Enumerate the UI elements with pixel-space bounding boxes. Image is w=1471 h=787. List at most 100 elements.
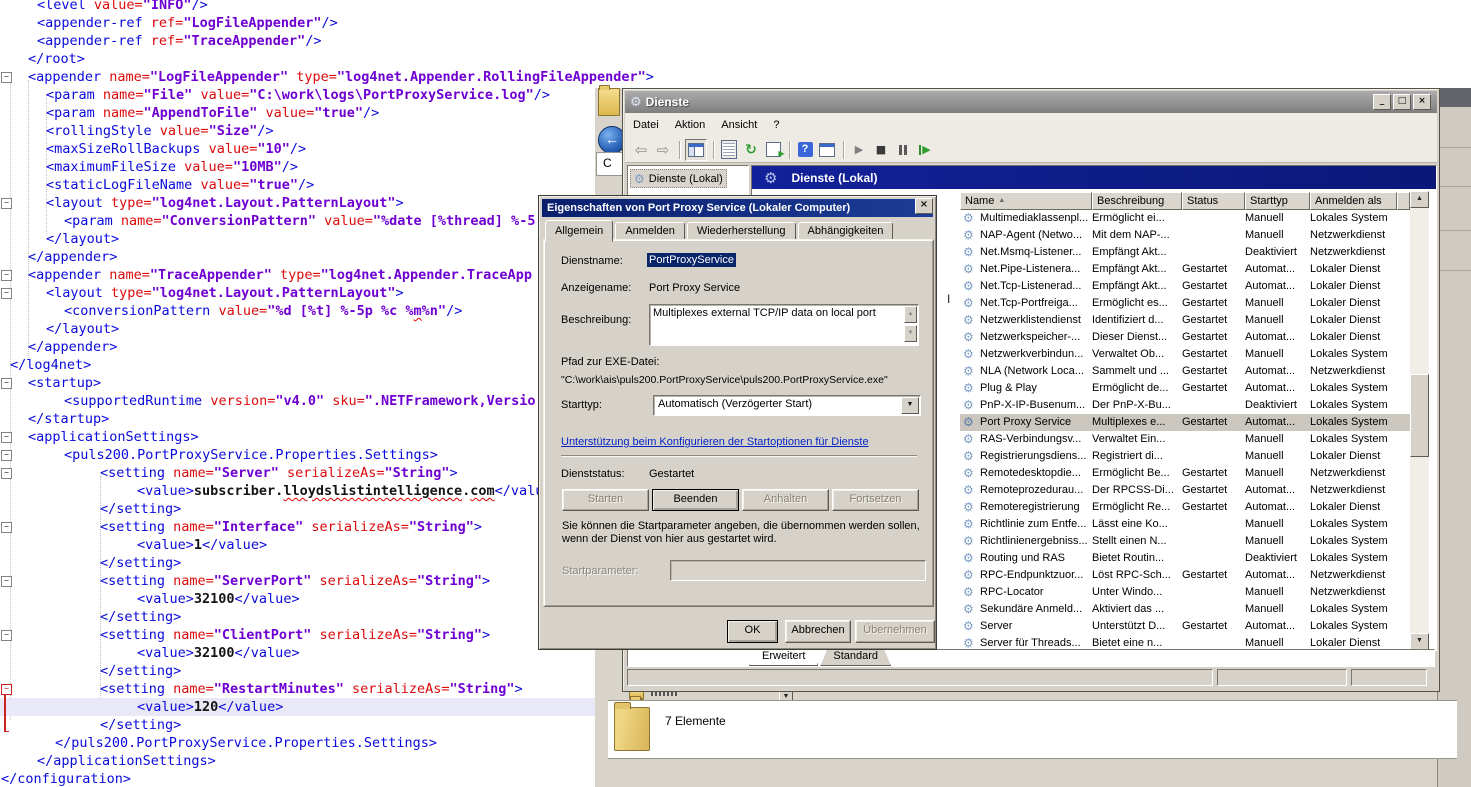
anhalten-button[interactable]: Anhalten — [742, 489, 829, 511]
scrollbar-thumb[interactable] — [1410, 374, 1429, 457]
service-gear-icon: ⚙ — [963, 619, 974, 633]
service-row[interactable]: ⚙ServerUnterstützt D...GestartetAutomat.… — [960, 618, 1410, 635]
service-row[interactable]: ⚙Multimediaklassenpl...Ermöglicht ei...M… — [960, 210, 1410, 227]
menu-item-aktion[interactable]: Aktion — [667, 115, 714, 135]
dialog-title-bar[interactable]: Eigenschaften von Port Proxy Service (Lo… — [542, 199, 933, 217]
beenden-button[interactable]: Beenden — [652, 489, 739, 511]
column-header-beschreibung[interactable]: Beschreibung — [1092, 192, 1182, 210]
fold-marker[interactable]: − — [1, 72, 12, 83]
dienstname-value[interactable]: PortProxyService — [647, 253, 736, 267]
tab-allgemein[interactable]: Allgemein — [545, 220, 613, 242]
close-icon[interactable]: × — [915, 198, 933, 214]
toolbar-separator — [789, 141, 791, 159]
menu-item-help[interactable]: ? — [765, 115, 787, 135]
minimize-button[interactable]: _ — [1373, 94, 1391, 110]
code-token: <value> — [137, 483, 194, 499]
fold-marker[interactable]: − — [1, 522, 12, 533]
service-row[interactable]: ⚙Netzwerkverbindun...Verwaltet Ob...Gest… — [960, 346, 1410, 363]
services-title-bar[interactable]: ⚙ Dienste _ □ × — [625, 91, 1437, 114]
maximize-button[interactable]: □ — [1393, 94, 1411, 110]
cell-name: Routing und RAS — [980, 551, 1090, 566]
refresh-icon[interactable]: ↻ — [741, 140, 761, 160]
fold-marker[interactable]: − — [1, 630, 12, 641]
scroll-up-button[interactable]: ▲ — [904, 306, 917, 323]
new-window-icon[interactable] — [817, 140, 837, 160]
help-icon[interactable]: ? — [795, 140, 815, 160]
service-row[interactable]: ⚙RPC-Endpunktzuor...Löst RPC-Sch...Gesta… — [960, 567, 1410, 584]
forward-icon[interactable]: ⇨ — [653, 140, 673, 160]
fold-marker[interactable]: − — [1, 270, 12, 281]
scroll-up-button[interactable]: ▲ — [1410, 191, 1429, 208]
starttyp-combobox[interactable]: Automatisch (Verzögerter Start) ▼ — [653, 395, 921, 416]
start-service-icon[interactable]: ▶ — [849, 140, 869, 160]
startoptions-help-link[interactable]: Unterstützung beim Konfigurieren der Sta… — [561, 436, 869, 448]
vertical-scrollbar[interactable]: ▲ ▼ — [1410, 191, 1429, 650]
service-row[interactable]: ⚙Net.Tcp-Listenerad...Empfängt Akt...Ges… — [960, 278, 1410, 295]
column-header-name[interactable]: Name▲ — [960, 192, 1092, 210]
service-row[interactable]: ⚙RAS-Verbindungsv...Verwaltet Ein...Manu… — [960, 431, 1410, 448]
export-list-icon[interactable] — [763, 140, 783, 160]
service-row[interactable]: ⚙NLA (Network Loca...Sammelt und ...Gest… — [960, 363, 1410, 380]
menu-item-datei[interactable]: Datei — [625, 115, 667, 135]
service-row[interactable]: ⚙Richtlinie zum Entfe...Lässt eine Ko...… — [960, 516, 1410, 533]
service-row[interactable]: ⚙Routing und RASBietet Routin...Deaktivi… — [960, 550, 1410, 567]
menu-item-ansicht[interactable]: Ansicht — [713, 115, 765, 135]
fold-marker[interactable]: − — [1, 288, 12, 299]
close-button[interactable]: × — [1413, 94, 1431, 110]
service-row[interactable]: ⚙Net.Msmq-Listener...Empfängt Akt...Deak… — [960, 244, 1410, 261]
service-row[interactable]: ⚙NetzwerklistendienstIdentifiziert d...G… — [960, 312, 1410, 329]
cell-status — [1182, 398, 1241, 413]
cell-status — [1182, 449, 1241, 464]
service-row[interactable]: ⚙Net.Tcp-Portfreiga...Ermöglicht es...Ge… — [960, 295, 1410, 312]
fold-marker[interactable]: − — [1, 450, 12, 461]
service-row[interactable]: ⚙PnP-X-IP-Busenum...Der PnP-X-Bu...Deakt… — [960, 397, 1410, 414]
apply-button[interactable]: Übernehmen — [855, 620, 935, 643]
fold-marker[interactable]: − — [1, 198, 12, 209]
ok-button[interactable]: OK — [727, 620, 778, 643]
service-row[interactable]: ⚙RemoteregistrierungErmöglicht Re...Gest… — [960, 499, 1410, 516]
service-row[interactable]: ⚙RPC-LocatorUnter Windo...ManuellNetzwer… — [960, 584, 1410, 601]
service-row[interactable]: ⚙Net.Pipe-Listenera...Empfängt Akt...Ges… — [960, 261, 1410, 278]
fold-marker[interactable]: − — [1, 468, 12, 479]
scroll-down-button[interactable]: ▼ — [904, 325, 917, 342]
cell-beschreibung: Lässt eine Ko... — [1092, 517, 1178, 532]
stop-service-icon[interactable]: ■ — [871, 140, 891, 160]
fold-marker[interactable]: − — [1, 576, 12, 587]
code-token: value= — [200, 177, 249, 193]
scroll-down-button[interactable]: ▼ — [1410, 633, 1429, 650]
cell-name: Remoteprozedurau... — [980, 483, 1090, 498]
service-row[interactable]: ⚙Netzwerkspeicher-...Dieser Dienst...Ges… — [960, 329, 1410, 346]
column-header-starttyp[interactable]: Starttyp — [1245, 192, 1310, 210]
pause-service-icon[interactable] — [893, 140, 913, 160]
fortsetzen-button[interactable]: Fortsetzen — [832, 489, 919, 511]
view-tab-standard[interactable]: Standard — [820, 649, 891, 666]
service-row[interactable]: ⚙Sekundäre Anmeld...Aktiviert das ...Man… — [960, 601, 1410, 618]
properties-icon[interactable] — [719, 140, 739, 160]
view-tab-erweitert[interactable]: Erweitert — [749, 649, 818, 666]
back-icon[interactable]: ⇦ — [631, 140, 651, 160]
cell-name: Remotedesktopdie... — [980, 466, 1090, 481]
column-header-status[interactable]: Status — [1182, 192, 1245, 210]
show-console-tree-icon[interactable] — [685, 139, 707, 161]
service-row[interactable]: ⚙Richtlinienergebniss...Stellt einen N..… — [960, 533, 1410, 550]
cancel-button[interactable]: Abbrechen — [785, 620, 851, 643]
service-row[interactable]: ⚙Remotedesktopdie...Ermöglicht Be...Gest… — [960, 465, 1410, 482]
chevron-down-icon[interactable]: ▼ — [901, 397, 919, 414]
restart-service-icon[interactable]: ▶ — [915, 140, 935, 160]
fold-marker[interactable]: − — [1, 432, 12, 443]
starten-button[interactable]: Starten — [562, 489, 649, 511]
service-row[interactable]: ⚙Remoteprozedurau...Der RPCSS-Di...Gesta… — [960, 482, 1410, 499]
cell-starttyp: Manuell — [1245, 347, 1306, 362]
text-cursor-artifact: I — [947, 292, 950, 306]
service-row[interactable]: ⚙Registrierungsdiens...Registriert di...… — [960, 448, 1410, 465]
beschreibung-textbox[interactable]: Multiplexes external TCP/IP data on loca… — [649, 304, 919, 346]
service-row[interactable]: ⚙Server für Threads...Bietet eine n...Ma… — [960, 635, 1410, 650]
service-row[interactable]: ⚙Plug & PlayErmöglicht de...GestartetAut… — [960, 380, 1410, 397]
service-row[interactable]: ⚙Port Proxy ServiceMultiplexes e...Gesta… — [960, 414, 1410, 431]
code-token: sku= — [324, 393, 365, 409]
service-row[interactable]: ⚙NAP-Agent (Netwo...Mit dem NAP-...Manue… — [960, 227, 1410, 244]
fold-marker[interactable]: − — [1, 378, 12, 389]
startparameter-input[interactable] — [670, 560, 926, 581]
column-header-anmelden-als[interactable]: Anmelden als — [1310, 192, 1397, 210]
tree-item-dienste-lokal[interactable]: ⚙ Dienste (Lokal) — [630, 169, 727, 188]
